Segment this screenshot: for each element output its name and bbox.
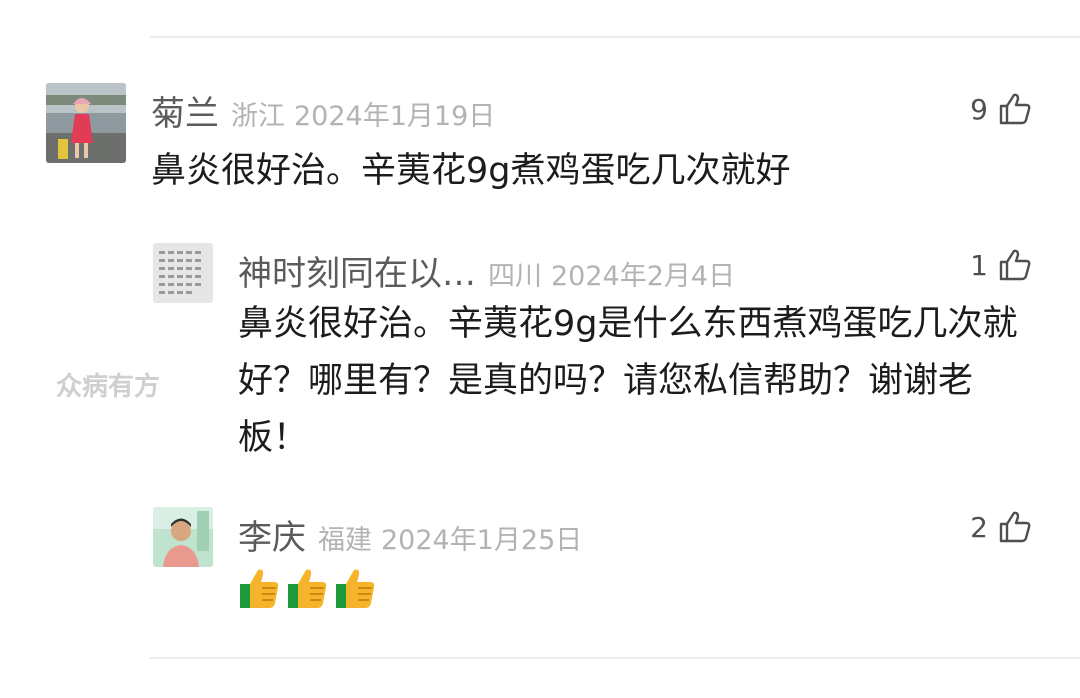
like-count: 9	[970, 92, 988, 126]
date-label: 2024年2月4日	[551, 261, 736, 292]
location-label: 四川	[488, 261, 542, 292]
thumbs-up-outline-icon	[998, 92, 1032, 126]
watermark: 众病有方	[56, 372, 161, 402]
comment-header: 菊兰 浙江 2024年1月19日	[151, 86, 495, 135]
thumbs-up-outline-icon	[998, 510, 1032, 544]
thumbs-up-emoji-icon	[240, 569, 279, 608]
top-divider	[150, 36, 1080, 38]
date-label: 2024年1月25日	[381, 525, 583, 556]
text-grid-avatar-icon	[153, 243, 213, 303]
user-name[interactable]: 菊兰	[151, 86, 219, 135]
comment-text: 鼻炎很好治。辛荑花9g煮鸡蛋吃几次就好	[151, 151, 791, 191]
thumbs-up-outline-icon	[998, 248, 1032, 282]
avatar[interactable]	[153, 507, 213, 567]
user-name[interactable]: 李庆	[238, 510, 306, 559]
user-name[interactable]: 神时刻同在以…	[238, 246, 476, 295]
comment-header: 李庆 福建 2024年1月25日	[238, 510, 582, 559]
comment-section: 菊兰 浙江 2024年1月19日 9 鼻炎很好治。辛荑花9g煮鸡蛋吃几次就好 神…	[0, 0, 1080, 698]
like-button[interactable]: 1	[970, 248, 1032, 282]
thumbs-up-emoji-icon	[336, 569, 375, 608]
like-button[interactable]: 2	[970, 510, 1032, 544]
comment-text: 鼻炎很好治。辛荑花9g是什么东西煮鸡蛋吃几次就好？哪里有？是真的吗？请您私信帮助…	[238, 304, 1018, 458]
emoji-row	[238, 566, 377, 610]
bottom-divider	[150, 657, 1080, 659]
avatar[interactable]	[46, 83, 126, 163]
man-photo-avatar-icon	[153, 507, 213, 567]
like-button[interactable]: 9	[970, 92, 1032, 126]
thumbs-up-emoji-icon	[288, 569, 327, 608]
like-count: 1	[970, 248, 988, 282]
comment-header: 神时刻同在以… 四川 2024年2月4日	[238, 246, 735, 295]
avatar[interactable]	[153, 243, 213, 303]
location-label: 福建	[318, 525, 372, 556]
like-count: 2	[970, 510, 988, 544]
location-label: 浙江	[231, 101, 285, 132]
girl-photo-avatar-icon	[46, 83, 126, 163]
date-label: 2024年1月19日	[294, 101, 496, 132]
